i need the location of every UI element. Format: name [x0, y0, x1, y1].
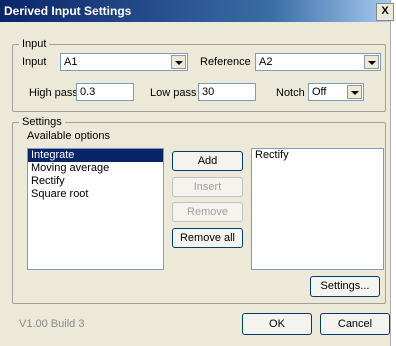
lowpass-label: Low pass — [150, 87, 197, 99]
derived-input-settings-dialog: Derived Input Settings X Input Input A1 … — [0, 0, 394, 346]
remove-button[interactable]: Remove — [172, 202, 243, 222]
insert-button[interactable]: Insert — [172, 177, 243, 197]
available-options-label: Available options — [27, 130, 110, 142]
available-options-list[interactable]: Integrate Moving average Rectify Square roo… — [27, 148, 164, 270]
notch-label: Notch — [276, 87, 305, 99]
settings-button[interactable]: Settings... — [310, 276, 380, 297]
notch-select-value: Off — [312, 86, 327, 98]
list-item[interactable]: Rectify — [252, 149, 383, 162]
highpass-label: High pass — [29, 87, 78, 99]
version-label: V1.00 Build 3 — [19, 318, 85, 330]
input-select[interactable]: A1 — [60, 53, 188, 71]
close-button[interactable]: X — [376, 3, 394, 21]
input-group-legend: Input — [22, 38, 47, 50]
list-item[interactable]: Rectify — [28, 175, 163, 188]
list-item[interactable]: Moving average — [28, 162, 163, 175]
window-title: Derived Input Settings — [4, 4, 132, 18]
chevron-down-icon[interactable] — [364, 55, 379, 69]
selected-options-list[interactable]: Rectify — [251, 148, 384, 270]
reference-label: Reference — [200, 56, 251, 68]
cancel-button[interactable]: Cancel — [320, 313, 390, 335]
ok-button[interactable]: OK — [242, 313, 312, 335]
list-item[interactable]: Square root — [28, 188, 163, 201]
chevron-down-icon[interactable] — [347, 85, 362, 99]
highpass-field[interactable]: 0.3 — [76, 83, 134, 101]
chevron-down-icon[interactable] — [171, 55, 186, 69]
notch-select[interactable]: Off — [308, 83, 364, 101]
add-button[interactable]: Add — [172, 151, 243, 171]
reference-select[interactable]: A2 — [255, 53, 381, 71]
input-label: Input — [22, 56, 47, 68]
reference-select-value: A2 — [259, 56, 273, 68]
input-select-value: A1 — [64, 56, 78, 68]
remove-all-button[interactable]: Remove all — [172, 228, 243, 248]
list-item[interactable]: Integrate — [28, 149, 163, 162]
settings-group-legend: Settings — [22, 116, 62, 128]
lowpass-field[interactable]: 30 — [198, 83, 256, 101]
title-bar: Derived Input Settings X — [0, 0, 394, 22]
